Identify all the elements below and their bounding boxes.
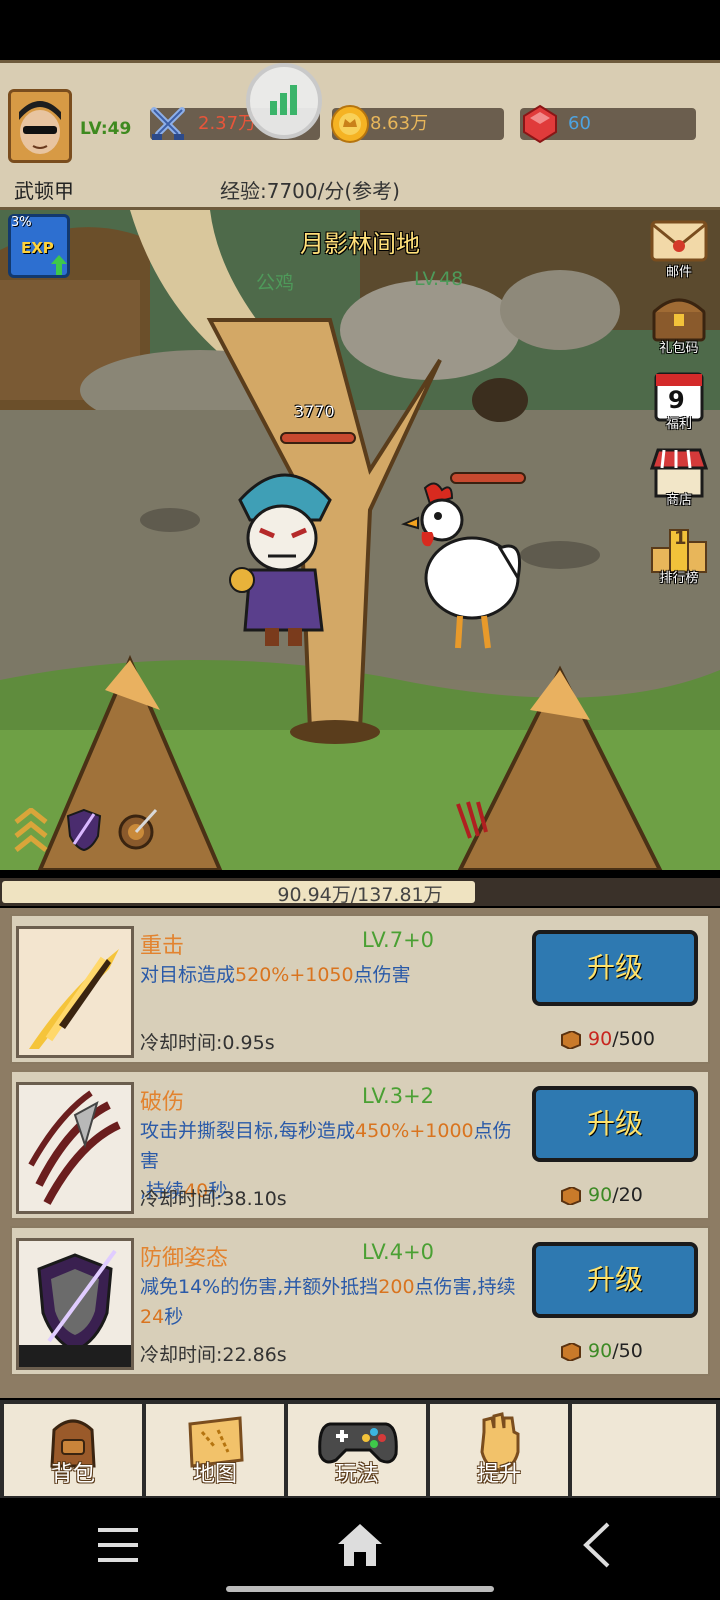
skill-card: 防御姿态 LV.4+0 减免14%的伤害,并额外抵挡200点伤害,持续 24秒 冷… bbox=[10, 1226, 710, 1376]
gold-stat: 8.63万 bbox=[331, 105, 504, 143]
upgrade-cost: 90/500 bbox=[560, 1028, 655, 1050]
skill-book-icon bbox=[561, 1341, 581, 1362]
cost-current: 90 bbox=[588, 1028, 613, 1050]
welfare-badge: 9 bbox=[668, 386, 685, 414]
map-name: 月影林间地 bbox=[300, 230, 420, 258]
upgrade-button[interactable]: 升级 bbox=[532, 930, 698, 1006]
exp-boost-percent: 3% bbox=[11, 215, 32, 230]
back-icon[interactable] bbox=[582, 1522, 612, 1568]
skill-name: 防御姿态 bbox=[140, 1246, 229, 1271]
cost-total: /50 bbox=[612, 1340, 643, 1362]
skill-level: LV.7+0 bbox=[362, 928, 435, 952]
upgrade-button[interactable]: 升级 bbox=[532, 1242, 698, 1318]
gesture-handle bbox=[226, 1586, 494, 1592]
skill-cooldown: 冷却时间:22.86s bbox=[140, 1344, 287, 1366]
skill-book-icon bbox=[561, 1185, 581, 1206]
player-name: 武顿甲 bbox=[14, 179, 74, 203]
exp-boost-label: EXP bbox=[21, 239, 54, 257]
tab-upgrade[interactable]: 提升 bbox=[430, 1404, 568, 1496]
shield-skill-slot-icon[interactable] bbox=[64, 808, 104, 852]
mail-button[interactable]: 邮件 bbox=[648, 216, 710, 280]
gold-value: 8.63万 bbox=[370, 113, 429, 134]
player-character bbox=[229, 473, 332, 646]
tab-gameplay-label: 玩法 bbox=[334, 1462, 379, 1487]
gift-code-button[interactable]: 礼包码 bbox=[648, 292, 710, 356]
player-level: LV:49 bbox=[80, 119, 132, 139]
shop-label: 商店 bbox=[665, 493, 692, 508]
shield-icon bbox=[19, 1241, 131, 1367]
welfare-label: 福利 bbox=[665, 417, 692, 432]
skill-cooldown: 冷却时间:38.10s bbox=[140, 1188, 287, 1210]
gem-value: 60 bbox=[568, 113, 591, 134]
cost-total: /20 bbox=[612, 1184, 643, 1206]
tab-backpack-label: 背包 bbox=[50, 1462, 95, 1487]
cost-current: 90 bbox=[588, 1340, 613, 1362]
forest-background bbox=[0, 210, 720, 870]
mail-icon bbox=[650, 220, 708, 262]
skill-icon-frame bbox=[16, 1238, 134, 1370]
skill-icon-frame bbox=[16, 1082, 134, 1214]
menu-icon[interactable] bbox=[96, 1526, 140, 1564]
skill-name: 重击 bbox=[140, 934, 185, 959]
exp-boost-badge[interactable]: 3% EXP bbox=[8, 214, 70, 278]
skill-description: 对目标造成520%+1050点伤害 bbox=[140, 964, 411, 986]
red-gem-icon bbox=[523, 104, 557, 144]
enemy-name: 公鸡 bbox=[256, 272, 295, 294]
player-hp-bar bbox=[280, 432, 356, 444]
upgrade-button[interactable]: 升级 bbox=[532, 1086, 698, 1162]
cost-total: /500 bbox=[612, 1028, 655, 1050]
exp-rate: 经验:7700/分(参考) bbox=[220, 179, 400, 203]
tab-empty-slot bbox=[572, 1404, 716, 1496]
skill-card: 破伤 LV.3+2 攻击并撕裂目标,每秒造成450%+1000点伤害 ,持续40秒… bbox=[10, 1070, 710, 1220]
claw-skill-slot-icon[interactable] bbox=[450, 798, 490, 844]
skill-icon-frame bbox=[16, 926, 134, 1058]
gold-coin-icon bbox=[331, 105, 369, 143]
mail-label: 邮件 bbox=[665, 265, 692, 280]
skill-level: LV.3+2 bbox=[362, 1084, 435, 1108]
tab-map-label: 地图 bbox=[192, 1462, 237, 1487]
status-bar bbox=[0, 0, 720, 60]
tab-gameplay[interactable]: 玩法 bbox=[288, 1404, 426, 1496]
welfare-button[interactable]: 9 福利 bbox=[648, 368, 710, 432]
leaderboard-label: 排行榜 bbox=[659, 571, 699, 586]
system-nav-bar bbox=[0, 1500, 720, 1600]
rooster-enemy[interactable] bbox=[400, 478, 530, 658]
claw-slash-icon bbox=[19, 1085, 131, 1211]
enemy-level: LV.48 bbox=[414, 268, 464, 290]
skill-book-icon bbox=[561, 1029, 581, 1050]
up-arrow-icon bbox=[51, 255, 67, 275]
gem-stat: 60 bbox=[520, 104, 696, 144]
tab-backpack[interactable]: 背包 bbox=[4, 1404, 142, 1496]
tab-map[interactable]: 地图 bbox=[146, 1404, 284, 1496]
signal-overlay-icon bbox=[246, 63, 322, 139]
stage-progress-text: 90.94万/137.81万 bbox=[277, 884, 443, 906]
player-header: LV:49 武顿甲 2.37万 8.63万 60 经验:7700/分(参考) bbox=[0, 60, 720, 210]
cost-current: 90 bbox=[588, 1184, 613, 1206]
skill-list: 重击 LV.7+0 对目标造成520%+1050点伤害 冷却时间:0.95s 升… bbox=[0, 908, 720, 1398]
tab-upgrade-label: 提升 bbox=[476, 1462, 521, 1487]
home-icon[interactable] bbox=[336, 1522, 384, 1568]
battle-scene: 月影林间地 3% EXP 公鸡 LV.48 3770 邮件 礼包码 9 福利 商… bbox=[0, 210, 720, 870]
sword-slash-icon bbox=[19, 929, 131, 1055]
target-skill-slot-icon[interactable] bbox=[116, 806, 160, 852]
rank-chevron-icon bbox=[14, 808, 48, 852]
leaderboard-button[interactable]: 1 排行榜 bbox=[648, 522, 710, 586]
player-avatar[interactable] bbox=[8, 89, 72, 163]
upgrade-cost: 90/20 bbox=[560, 1184, 643, 1206]
skill-level: LV.4+0 bbox=[362, 1240, 435, 1264]
upgrade-cost: 90/50 bbox=[560, 1340, 643, 1362]
leaderboard-badge: 1 bbox=[674, 528, 687, 549]
gift-code-label: 礼包码 bbox=[659, 341, 699, 356]
skill-description: 减免14%的伤害,并额外抵挡200点伤害,持续 24秒 bbox=[140, 1276, 516, 1328]
crossed-swords-icon bbox=[151, 107, 185, 140]
chest-icon bbox=[652, 298, 706, 342]
player-hp-value: 3770 bbox=[294, 402, 335, 421]
skill-name: 破伤 bbox=[140, 1090, 185, 1115]
skill-cooldown: 冷却时间:0.95s bbox=[140, 1032, 275, 1054]
skill-card: 重击 LV.7+0 对目标造成520%+1050点伤害 冷却时间:0.95s 升… bbox=[10, 914, 710, 1064]
shop-button[interactable]: 商店 bbox=[648, 444, 710, 508]
